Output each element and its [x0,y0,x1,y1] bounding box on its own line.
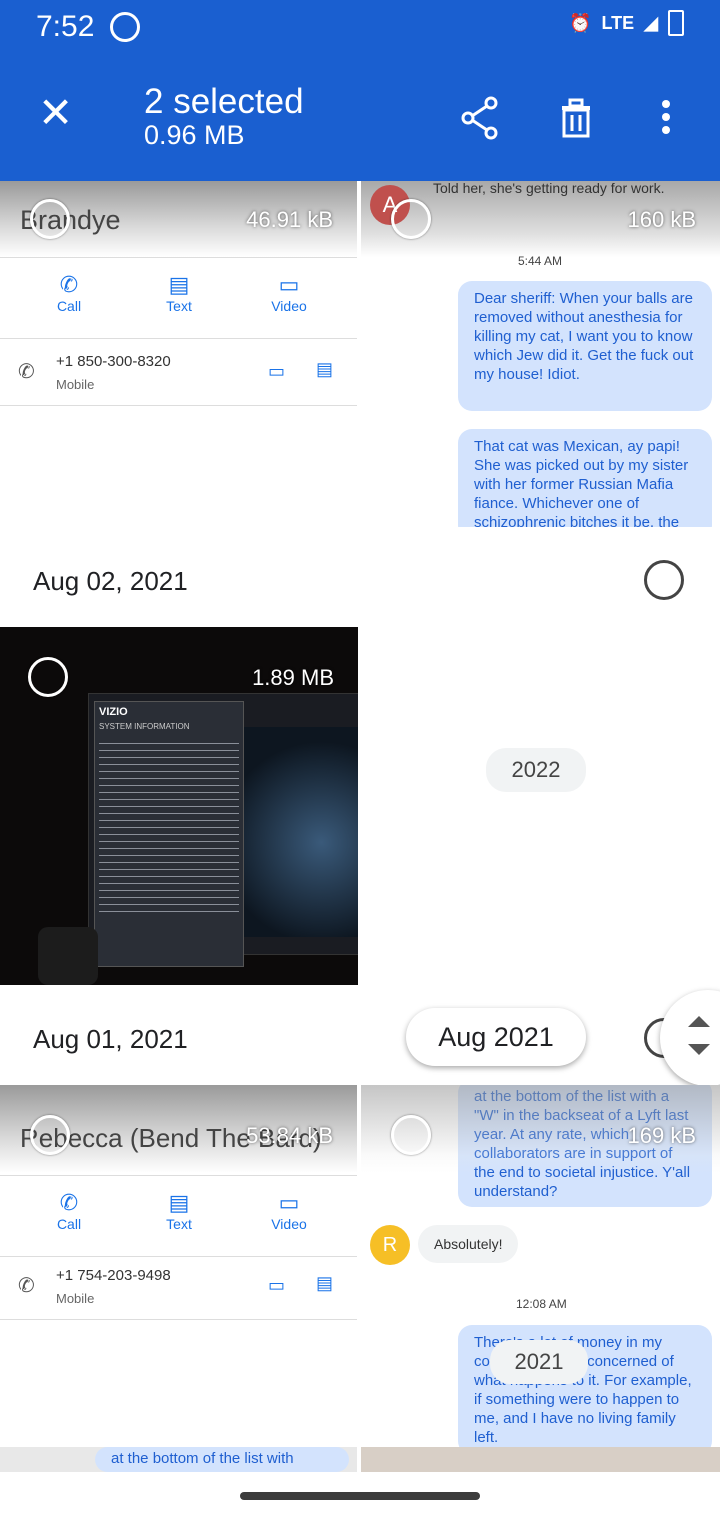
select-circle[interactable] [391,1115,431,1155]
navigation-bar [0,1472,720,1520]
scroll-up-icon [688,1016,710,1027]
message-bubble: There's a lot of money in my collectivel… [458,1325,712,1447]
text-action[interactable]: ▤ Text [139,272,219,314]
tv-picture [236,727,358,937]
bottom-tile-right[interactable] [361,1447,720,1472]
message-bubble: That cat was Mexican, ay papi! She was p… [458,429,712,527]
phone-icon: ✆ [59,272,79,297]
select-all-circle[interactable] [644,560,684,600]
message-icon: ▤ [168,272,190,297]
scroll-down-icon [688,1044,710,1055]
message-icon[interactable]: ▤ [316,1273,333,1294]
phone-icon: ✆ [59,1190,79,1215]
select-circle[interactable] [30,1115,70,1155]
avatar: R [370,1225,410,1265]
selection-app-bar: 7:52 ⏰ LTE ◢ ✕ 2 selected 0.96 MB [0,0,720,181]
chat-tile-1[interactable]: A Told her, she's getting ready for work… [361,181,720,527]
phone-number: +1 754-203-9498 [56,1267,171,1284]
select-circle[interactable] [391,199,431,239]
tv-menu: VIZIO SYSTEM INFORMATION [94,701,244,967]
phone-type: Mobile [56,377,95,392]
message-icon[interactable]: ▤ [316,359,333,380]
mug-shape [38,927,98,985]
phone-row[interactable]: ✆ +1 754-203-9498 Mobile ▭ ▤ [0,1253,357,1320]
fast-scroll-handle[interactable] [660,990,720,1086]
contact-tile-brandye[interactable]: Brandye 46.91 kB ✆ Call ▤ Text ▭ Video ✆ +1… [0,181,357,527]
chat-tile-2[interactable]: at the bottom of the list with a "W" in … [361,1085,720,1447]
phone-row[interactable]: ✆ +1 850-300-8320 Mobile ▭ ▤ [0,339,357,406]
file-size: 160 kB [627,207,697,232]
call-action[interactable]: ✆ Call [29,1190,109,1232]
contact-tile-rebecca[interactable]: Rebecca (Bend The Bard) 53.84 kB ✆ Call ▤… [0,1085,357,1447]
battery-icon [668,10,684,36]
date-header: Aug 01, 2021 [33,1024,188,1054]
message-snippet: Told her, she's getting ready for work. [433,181,665,196]
bottom-tile-left[interactable]: at the bottom of the list with [0,1447,357,1472]
message-icon: ▤ [168,1190,190,1215]
scrubber-date-label: Aug 2021 [406,1008,586,1066]
year-divider: 2022 [486,748,586,792]
message-time: 5:44 AM [518,254,563,268]
selection-size: 0.96 MB [144,120,245,150]
year-divider: 2021 [490,1340,588,1384]
file-size: 169 kB [627,1123,697,1148]
menu-title: SYSTEM INFORMATION [99,722,190,731]
reply-bubble: Absolutely! [418,1225,519,1263]
home-gesture-handle[interactable] [240,1492,480,1500]
share-icon[interactable] [460,96,500,140]
video-action[interactable]: ▭ Video [249,1190,329,1232]
phone-icon: ✆ [18,1275,35,1297]
file-size: 1.89 MB [252,665,334,690]
status-time: 7:52 [36,10,95,43]
at-sign-icon [110,12,140,42]
file-size: 46.91 kB [246,207,333,232]
message-time: 12:08 AM [516,1297,567,1311]
file-size: 53.84 kB [246,1123,333,1148]
alarm-icon: ⏰ [569,12,592,33]
selection-count: 2 selected [144,82,304,121]
text-action[interactable]: ▤ Text [139,1190,219,1232]
video-icon[interactable]: ▭ [268,1275,285,1296]
network-label: LTE [601,12,635,33]
message-bubble: Dear sheriff: When your balls are remove… [458,281,712,411]
video-icon[interactable]: ▭ [268,361,285,382]
photo-tile[interactable]: VIZIO SYSTEM INFORMATION 1.89 MB [0,627,358,985]
signal-icon: ◢ [644,12,658,33]
close-icon[interactable]: ✕ [38,92,73,134]
brand-label: VIZIO [99,706,128,718]
video-icon: ▭ [278,272,300,297]
call-action[interactable]: ✆ Call [29,272,109,314]
video-icon: ▭ [278,1190,300,1215]
video-action[interactable]: ▭ Video [249,272,329,314]
message-bubble: at the bottom of the list with [95,1447,349,1472]
phone-type: Mobile [56,1291,95,1306]
more-options-icon[interactable] [662,100,672,134]
date-header: Aug 02, 2021 [33,566,188,596]
select-circle[interactable] [30,199,70,239]
phone-number: +1 850-300-8320 [56,353,171,370]
delete-icon[interactable] [558,98,594,138]
select-circle[interactable] [28,657,68,697]
phone-icon: ✆ [18,361,35,383]
